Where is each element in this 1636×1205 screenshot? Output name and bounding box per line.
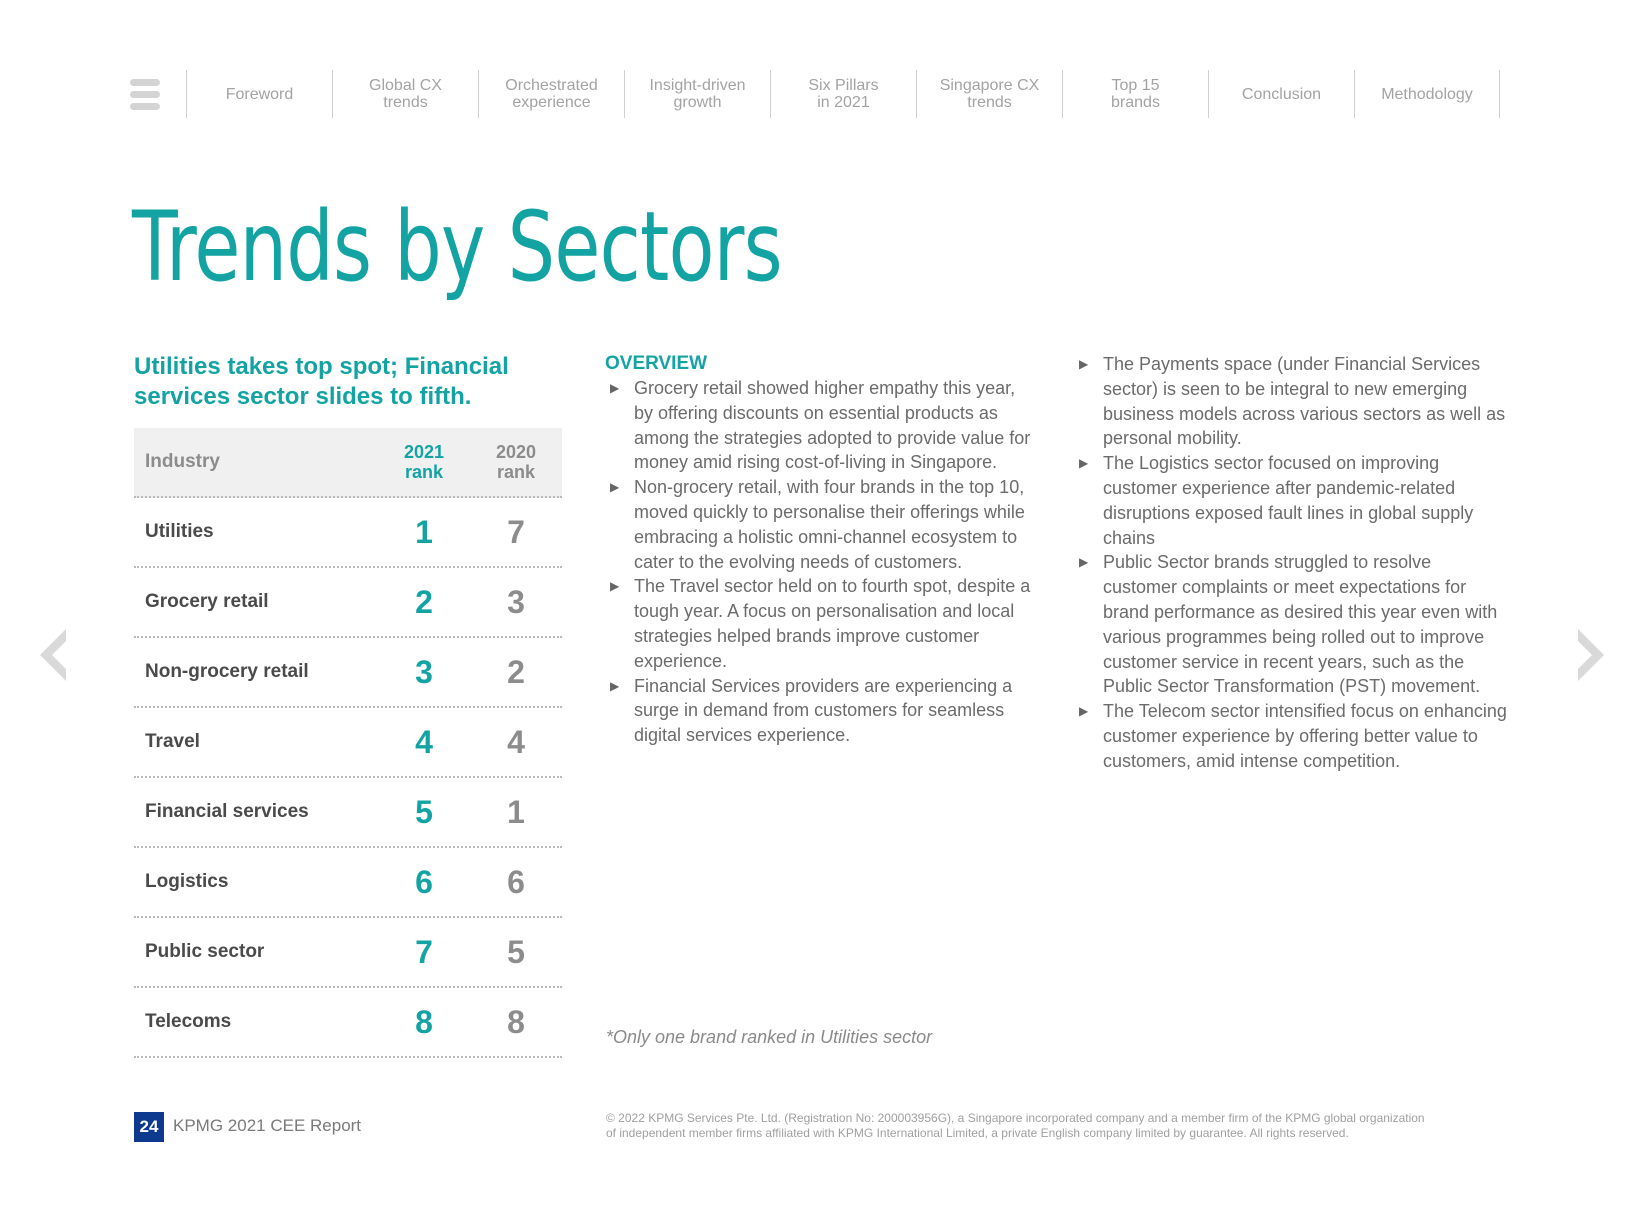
table-row: Public sector 7 5: [134, 918, 562, 988]
overview-column-2: The Payments space (under Financial Serv…: [1077, 352, 1507, 774]
overview-column-1: Grocery retail showed higher empathy thi…: [608, 376, 1038, 748]
bullet-item: The Telecom sector intensified focus on …: [1077, 699, 1507, 773]
bullet-item: Public Sector brands struggled to resolv…: [1077, 550, 1507, 699]
table-row: Non-grocery retail 3 2: [134, 638, 562, 708]
row-rank-2020: 5: [507, 933, 525, 970]
footnote: *Only one brand ranked in Utilities sect…: [606, 1027, 933, 1047]
bullet-item: Non-grocery retail, with four brands in …: [608, 475, 1038, 574]
row-rank-2020: 2: [507, 653, 525, 690]
nav-item-six-pillars[interactable]: Six Pillars in 2021: [770, 70, 916, 118]
bullet-item: Grocery retail showed higher empathy thi…: [608, 376, 1038, 475]
overview-heading: OVERVIEW: [605, 353, 708, 374]
hamburger-menu-icon[interactable]: [130, 70, 186, 118]
top-navigation: Foreword Global CX trends Orchestrated e…: [130, 70, 1500, 118]
table-row: Grocery retail 2 3: [134, 568, 562, 638]
row-industry: Logistics: [145, 871, 229, 892]
row-rank-2021: 1: [415, 513, 433, 550]
table-header: Industry 2021 rank 2020 rank: [134, 428, 562, 498]
nav-item-methodology[interactable]: Methodology: [1354, 70, 1500, 118]
chevron-right-icon[interactable]: [1574, 627, 1606, 683]
menu-bar: [130, 90, 160, 98]
header-industry: Industry: [145, 451, 220, 472]
nav-item-singapore-cx-trends[interactable]: Singapore CX trends: [916, 70, 1062, 118]
nav-item-foreword[interactable]: Foreword: [186, 70, 332, 118]
table-row: Logistics 6 6: [134, 848, 562, 918]
copyright-line: of independent member firms affiliated w…: [606, 1126, 1349, 1140]
page-title: Trends by Sectors: [132, 191, 783, 303]
table-row: Telecoms 8 8: [134, 988, 562, 1058]
nav-item-insight-driven-growth[interactable]: Insight-driven growth: [624, 70, 770, 118]
nav-item-conclusion[interactable]: Conclusion: [1208, 70, 1354, 118]
row-industry: Utilities: [145, 521, 214, 542]
chevron-left-icon[interactable]: [38, 627, 70, 683]
nav-item-top-15-brands[interactable]: Top 15 brands: [1062, 70, 1208, 118]
row-rank-2021: 2: [415, 583, 433, 620]
page-number: 24: [134, 1112, 164, 1142]
row-rank-2020: 6: [507, 863, 525, 900]
copyright-line: © 2022 KPMG Services Pte. Ltd. (Registra…: [606, 1111, 1425, 1125]
header-2020-rank: 2020 rank: [495, 442, 537, 482]
row-rank-2021: 7: [415, 933, 433, 970]
section-headline: Utilities takes top spot; Financial serv…: [134, 353, 509, 410]
bullet-item: The Travel sector held on to fourth spot…: [608, 574, 1038, 673]
row-rank-2021: 3: [415, 653, 433, 690]
row-rank-2020: 1: [507, 793, 525, 830]
bullet-item: The Logistics sector focused on improvin…: [1077, 451, 1507, 550]
row-rank-2020: 8: [507, 1003, 525, 1040]
row-rank-2020: 4: [507, 723, 525, 760]
menu-bar: [130, 102, 160, 110]
row-industry: Non-grocery retail: [145, 661, 309, 682]
sector-rank-table: Industry 2021 rank 2020 rank Utilities 1…: [134, 428, 562, 1058]
nav-item-orchestrated-experience[interactable]: Orchestrated experience: [478, 70, 624, 118]
row-industry: Telecoms: [145, 1011, 232, 1032]
copyright-notice: © 2022 KPMG Services Pte. Ltd. (Registra…: [606, 1111, 1486, 1141]
row-rank-2021: 4: [415, 723, 433, 760]
bullet-item: Financial Services providers are experie…: [608, 674, 1038, 748]
row-rank-2021: 8: [415, 1003, 433, 1040]
table-row: Travel 4 4: [134, 708, 562, 778]
row-rank-2020: 3: [507, 583, 525, 620]
report-name: KPMG 2021 CEE Report: [173, 1116, 362, 1135]
table-row: Utilities 1 7: [134, 498, 562, 568]
header-2021-rank: 2021 rank: [403, 442, 445, 482]
row-industry: Travel: [145, 731, 200, 752]
nav-item-global-cx-trends[interactable]: Global CX trends: [332, 70, 478, 118]
row-rank-2021: 5: [415, 793, 433, 830]
row-industry: Grocery retail: [145, 591, 269, 612]
row-rank-2020: 7: [507, 513, 525, 550]
menu-bar: [130, 78, 160, 86]
table-row: Financial services 5 1: [134, 778, 562, 848]
row-industry: Financial services: [145, 801, 309, 822]
row-industry: Public sector: [145, 941, 265, 962]
bullet-item: The Payments space (under Financial Serv…: [1077, 352, 1507, 451]
row-rank-2021: 6: [415, 863, 433, 900]
